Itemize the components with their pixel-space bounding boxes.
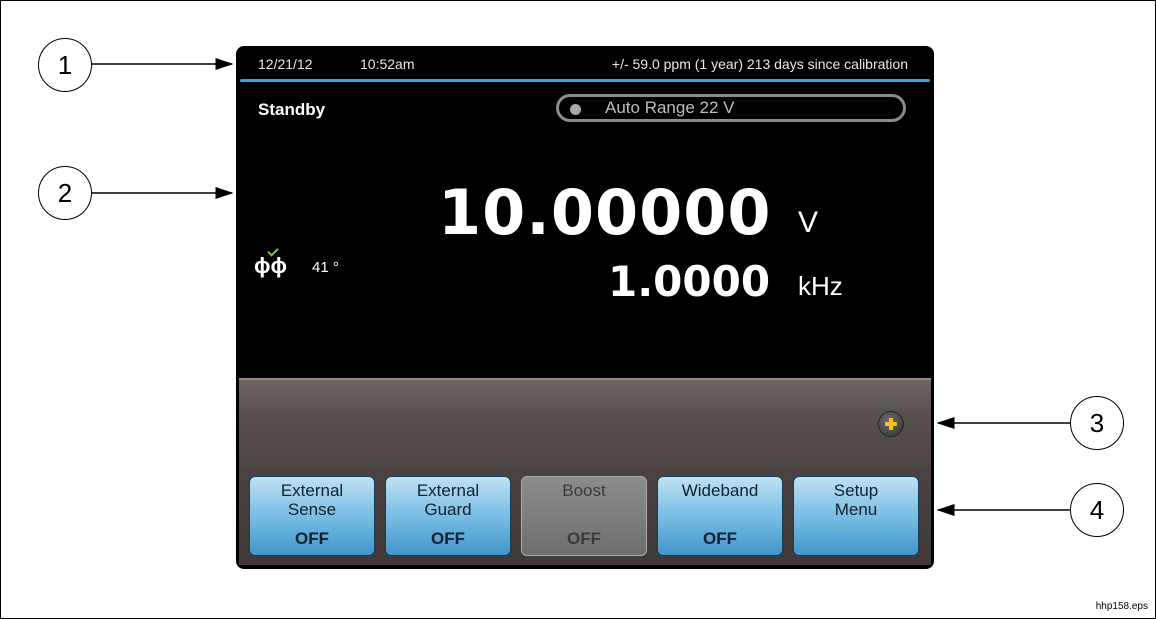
key-label-line1: Setup [833,481,879,500]
status-divider [240,79,930,82]
external-guard-key[interactable]: External Guard OFF [385,476,511,556]
callout-1: 1 [38,38,92,92]
status-date: 12/21/12 [258,56,313,72]
frequency-value: 1.0000 [608,257,771,306]
main-readout-value: 10.00000 [438,176,772,249]
key-state: OFF [431,529,465,548]
instrument-screen: 12/21/12 10:52am +/- 59.0 ppm (1 year) 2… [236,46,934,569]
key-label-line1: Wideband [681,481,759,500]
main-readout-unit: V [798,206,819,239]
soft-menu-bar [239,378,931,468]
key-label-line2: Guard [424,500,472,519]
key-state: OFF [567,529,601,548]
setup-menu-key[interactable]: Setup Menu [793,476,919,556]
range-label: Auto Range 22 V [605,98,735,117]
status-bar: 12/21/12 10:52am +/- 59.0 ppm (1 year) 2… [236,46,934,79]
calibration-status: +/- 59.0 ppm (1 year) 213 days since cal… [611,56,908,72]
key-label-line1: Boost [562,481,606,500]
callout-2: 2 [38,166,92,220]
key-label-line1: External [416,481,480,500]
plus-icon[interactable] [879,412,903,436]
key-label-line2: Sense [287,500,337,519]
softkey-bar: External Sense OFF External Guard OFF Bo… [239,468,931,565]
key-state: OFF [703,529,737,548]
phase-value: 41 ° [312,259,339,276]
frequency-unit: kHz [798,271,843,301]
phase-icon: ϕϕ [254,253,287,278]
key-label-line1: External [280,481,344,500]
status-time: 10:52am [360,56,415,72]
callout-4: 4 [1070,483,1124,537]
figure-reference: hhp158.eps [1095,601,1148,612]
key-state: OFF [295,529,329,548]
range-indicator-dot-icon [570,104,581,115]
wideband-key[interactable]: Wideband OFF [657,476,783,556]
key-label-line2: Menu [834,500,878,519]
output-mode: Standby [258,100,326,119]
external-sense-key[interactable]: External Sense OFF [249,476,375,556]
boost-key[interactable]: Boost OFF [521,476,647,556]
range-indicator[interactable]: Auto Range 22 V [556,94,906,122]
callout-3: 3 [1070,396,1124,450]
